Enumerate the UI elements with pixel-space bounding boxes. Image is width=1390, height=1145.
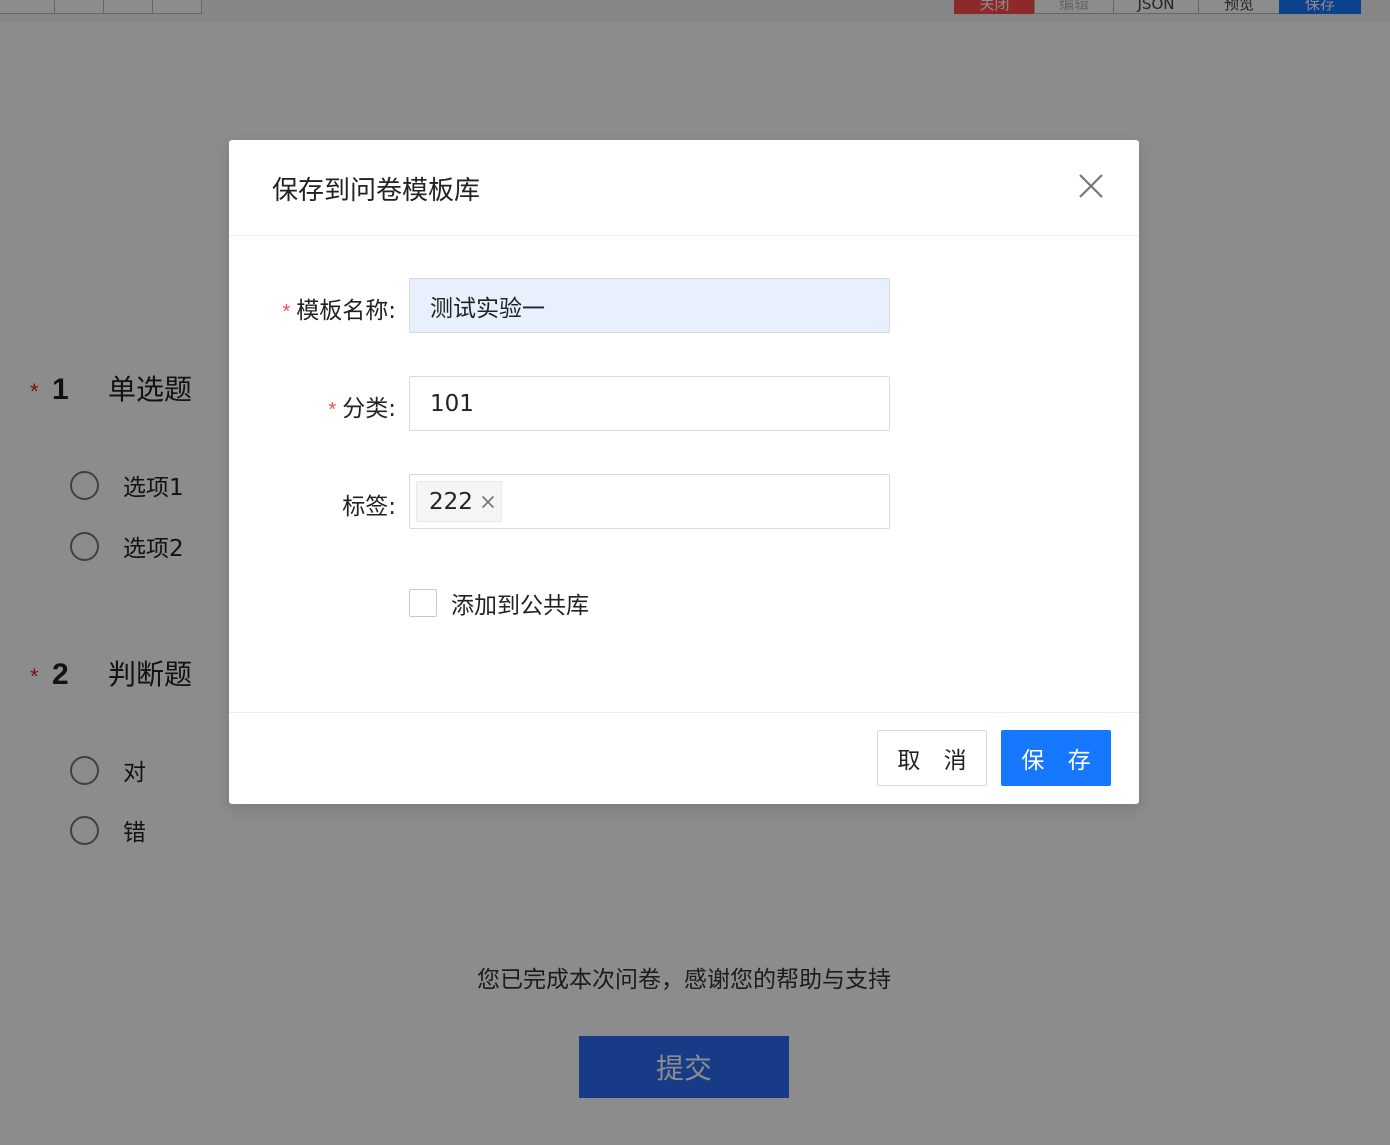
tag-label: 222 (429, 488, 473, 515)
tags-input[interactable]: 222 (409, 474, 890, 529)
category-row: * 分类: 101 (229, 376, 1139, 432)
add-public-label: 添加到公共库 (451, 593, 589, 619)
tags-label: 标签: (342, 494, 396, 520)
template-name-input[interactable]: 测试实验一 (409, 278, 890, 333)
dialog-footer: 取 消 保 存 (229, 712, 1139, 804)
category-input[interactable]: 101 (409, 376, 890, 431)
dialog-title: 保存到问卷模板库 (272, 176, 481, 206)
save-button[interactable]: 保 存 (1001, 730, 1111, 786)
label-text: 模板名称: (296, 298, 396, 324)
tag-remove-icon[interactable] (481, 495, 495, 509)
template-name-label: * 模板名称: (282, 291, 396, 325)
add-public-row[interactable]: 添加到公共库 (409, 586, 589, 620)
save-template-dialog: 保存到问卷模板库 *模板名称: 测试实验一 *分类: 101 标签: 222 (229, 140, 1139, 804)
add-public-checkbox[interactable] (409, 589, 437, 617)
close-icon[interactable] (1075, 170, 1107, 202)
tag-chip: 222 (416, 481, 502, 522)
cancel-button[interactable]: 取 消 (877, 730, 987, 786)
category-label: * 分类: (328, 389, 396, 423)
required-mark: * (282, 301, 291, 323)
dialog-header: 保存到问卷模板库 (229, 140, 1139, 236)
label-text: 分类: (342, 396, 396, 422)
template-name-row: * 模板名称: 测试实验一 (229, 278, 1139, 333)
tags-row: 标签: 222 (229, 474, 1139, 529)
required-mark: * (328, 399, 337, 421)
